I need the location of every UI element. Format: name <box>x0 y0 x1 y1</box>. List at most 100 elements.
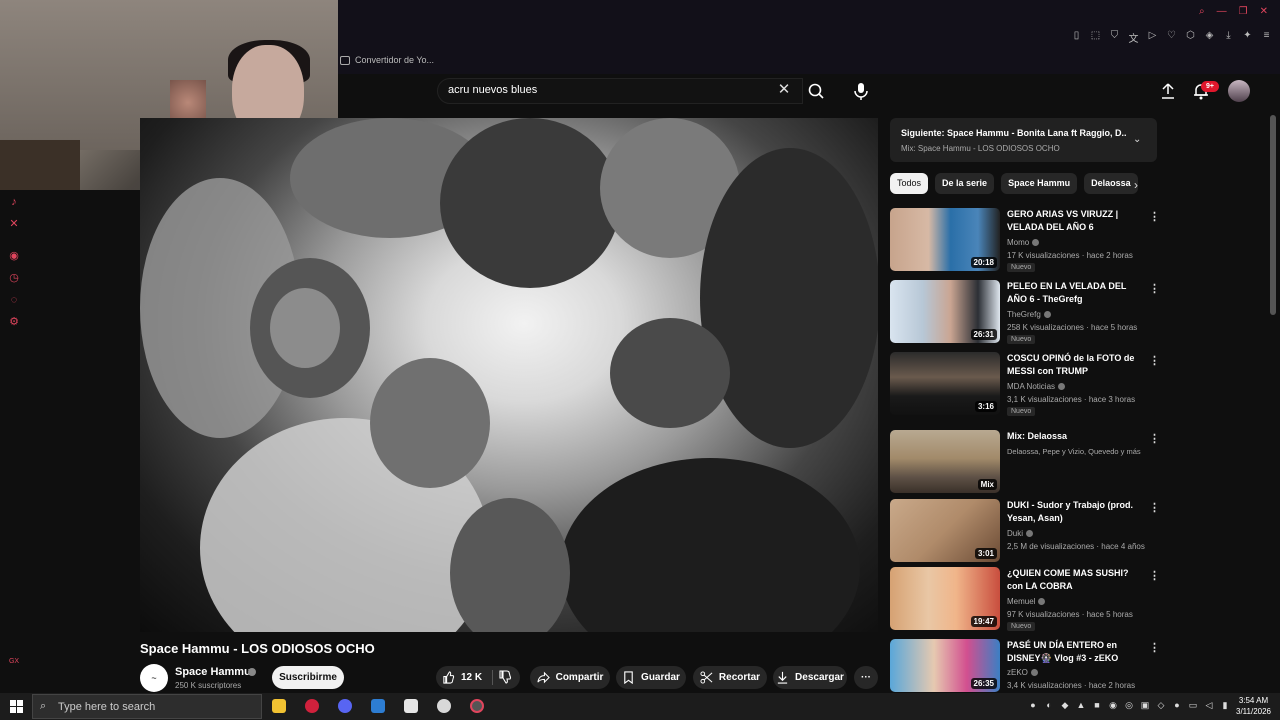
microphone-icon[interactable]: ● <box>1172 700 1182 711</box>
more-vert-icon[interactable]: ⋮ <box>1149 354 1160 367</box>
battery-icon[interactable]: ▮ <box>1220 700 1230 711</box>
chevron-down-icon[interactable]: ⌄ <box>1133 134 1141 145</box>
play-icon[interactable]: ▷ <box>1147 30 1158 45</box>
thumbnail[interactable]: 26:31 <box>890 280 1000 343</box>
download-button[interactable]: Descargar <box>773 666 847 689</box>
taskbar-search-input[interactable]: Type here to search <box>58 701 155 713</box>
list-item[interactable]: 26:31 PELEO EN LA VELADA DEL AÑO 6 - The… <box>890 280 1160 346</box>
download-icon[interactable]: ⤓ <box>1223 30 1234 45</box>
volume-icon[interactable]: ◁ <box>1204 700 1214 711</box>
rec-title[interactable]: PASÉ UN DÍA ENTERO en DISNEY🎡 Vlog #3 - … <box>1007 639 1145 665</box>
list-item[interactable]: 19:47 ¿QUIEN COME MAS SUSHI? con LA COBR… <box>890 567 1160 633</box>
windows-start-icon[interactable] <box>10 700 23 713</box>
file-explorer-icon[interactable] <box>272 699 286 713</box>
ai-icon[interactable]: ✦ <box>1242 30 1253 45</box>
search-icon[interactable]: ⌕ <box>1199 6 1205 17</box>
shield-icon[interactable]: ⛉ <box>1109 30 1120 45</box>
list-item[interactable]: 20:18 GERO ARIAS VS VIRUZZ | VELADA DEL … <box>890 208 1160 274</box>
thumbnail[interactable]: 3:16 <box>890 352 1000 415</box>
avatar[interactable] <box>1228 80 1250 102</box>
thumbnail[interactable]: Mix <box>890 430 1000 493</box>
chip-delaossa[interactable]: Delaossa <box>1084 173 1138 194</box>
chevron-right-icon[interactable]: › <box>1134 178 1138 192</box>
discord-icon[interactable] <box>338 699 352 713</box>
more-vert-icon[interactable]: ⋮ <box>1149 641 1160 654</box>
chip-de-la-serie[interactable]: De la serie <box>935 173 995 194</box>
rec-title[interactable]: GERO ARIAS VS VIRUZZ | VELADA DEL AÑO 6 <box>1007 208 1145 234</box>
tray-icon[interactable]: ◇ <box>1156 700 1166 711</box>
tray-icon[interactable]: ◐ <box>1044 700 1054 711</box>
tray-icon[interactable]: ▣ <box>1140 700 1150 711</box>
browser-icon[interactable] <box>470 699 484 713</box>
clock[interactable]: 3:54 AM 3/11/2026 <box>1236 695 1271 717</box>
tray-icon[interactable]: ◎ <box>1124 700 1134 711</box>
menu-icon[interactable]: ≡ <box>1261 30 1272 45</box>
chip-space-hammu[interactable]: Space Hammu <box>1001 173 1078 194</box>
thumbnail[interactable]: 20:18 <box>890 208 1000 271</box>
thumbnail[interactable]: 3:01 <box>890 499 1000 562</box>
video-player[interactable] <box>140 118 878 632</box>
rec-title[interactable]: PELEO EN LA VELADA DEL AÑO 6 - TheGrefg <box>1007 280 1145 306</box>
scrollbar[interactable] <box>1270 115 1276 315</box>
settings-icon[interactable]: ⚙ <box>8 316 20 328</box>
thumbnail[interactable]: 26:35 <box>890 639 1000 692</box>
list-item[interactable]: 3:01 DUKI - Sudor y Trabajo (prod. Yesan… <box>890 499 1160 565</box>
vpn-icon[interactable]: ◈ <box>1204 30 1215 45</box>
list-item[interactable]: Mix Mix: Delaossa Delaossa, Pepe y Vizio… <box>890 430 1160 496</box>
capcut-icon[interactable] <box>404 699 418 713</box>
more-vert-icon[interactable]: ⋮ <box>1149 210 1160 223</box>
list-item[interactable]: 3:16 COSCU OPINÓ de la FOTO de MESSI con… <box>890 352 1160 418</box>
bookmark-icon[interactable]: ▯ <box>1071 30 1082 45</box>
snapshot-icon[interactable]: ⬚ <box>1090 30 1101 45</box>
more-vert-icon[interactable]: ⋮ <box>1149 569 1160 582</box>
more-actions-button[interactable]: ··· <box>854 666 878 689</box>
heart-icon[interactable]: ♡ <box>1166 30 1177 45</box>
tray-icon[interactable]: ◆ <box>1060 700 1070 711</box>
chat-icon[interactable]: ◌ <box>8 294 20 306</box>
share-label: Compartir <box>555 672 604 683</box>
search-icon[interactable] <box>804 80 828 102</box>
opera-gx-icon[interactable] <box>305 699 319 713</box>
rec-title[interactable]: ¿QUIEN COME MAS SUSHI? con LA COBRA <box>1007 567 1145 593</box>
more-vert-icon[interactable]: ⋮ <box>1149 432 1160 445</box>
rec-title[interactable]: DUKI - Sudor y Trabajo (prod. Yesan, Asa… <box>1007 499 1145 525</box>
tray-icon[interactable]: ▲ <box>1076 700 1086 711</box>
clip-button[interactable]: Recortar <box>693 666 767 689</box>
maximize-icon[interactable]: ❐ <box>1239 6 1248 17</box>
more-vert-icon[interactable]: ⋮ <box>1149 501 1160 514</box>
extensions-icon[interactable]: ⬡ <box>1185 30 1196 45</box>
browser-tab[interactable]: Convertidor de Yo... <box>340 52 434 68</box>
channel-avatar[interactable]: ~ <box>140 664 168 692</box>
channel-name[interactable]: Space Hammu <box>175 666 251 678</box>
search-input[interactable]: acru nuevos blues <box>448 84 537 96</box>
tray-icon[interactable]: ■ <box>1092 700 1102 711</box>
microphone-icon[interactable] <box>848 80 874 102</box>
list-item[interactable]: 26:35 PASÉ UN DÍA ENTERO en DISNEY🎡 Vlog… <box>890 639 1160 692</box>
thumbnail[interactable]: 19:47 <box>890 567 1000 630</box>
player-icon[interactable]: ◉ <box>8 250 20 262</box>
minimize-icon[interactable]: — <box>1217 6 1227 17</box>
clear-search-icon[interactable]: ✕ <box>776 82 792 98</box>
network-icon[interactable]: ▭ <box>1188 700 1198 711</box>
app-icon[interactable] <box>437 699 451 713</box>
translate-icon[interactable]: 文 <box>1128 30 1139 45</box>
tiktok-icon[interactable]: ♪ <box>8 196 20 208</box>
up-next-panel[interactable] <box>890 118 1157 162</box>
gx-icon[interactable]: GX <box>8 656 20 668</box>
notification-badge: 9+ <box>1201 81 1219 92</box>
app-icon[interactable] <box>371 699 385 713</box>
thumbs-down-icon[interactable] <box>498 670 512 684</box>
tray-icon[interactable]: ● <box>1028 700 1038 711</box>
tray-icon[interactable]: ◉ <box>1108 700 1118 711</box>
x-icon[interactable]: ✕ <box>8 218 20 230</box>
upload-icon[interactable] <box>1160 82 1176 100</box>
history-icon[interactable]: ◷ <box>8 272 20 284</box>
rec-title[interactable]: COSCU OPINÓ de la FOTO de MESSI con TRUM… <box>1007 352 1145 378</box>
chip-todos[interactable]: Todos <box>890 173 929 194</box>
save-button[interactable]: Guardar <box>616 666 686 689</box>
subscribe-button[interactable]: Suscribirme <box>272 666 344 689</box>
share-button[interactable]: Compartir <box>530 666 610 689</box>
more-vert-icon[interactable]: ⋮ <box>1149 282 1160 295</box>
close-icon[interactable]: ✕ <box>1260 6 1268 17</box>
rec-title[interactable]: Mix: Delaossa <box>1007 430 1145 443</box>
